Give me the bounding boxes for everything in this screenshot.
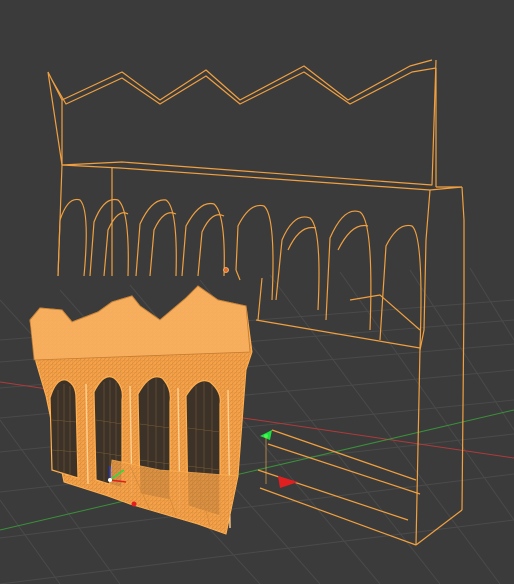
wireframe-arcade-highpoly[interactable] (29, 285, 253, 535)
x-axis-arrow (278, 476, 298, 488)
3d-viewport[interactable] (0, 0, 514, 584)
origin-dot (223, 267, 229, 273)
viewport-canvas[interactable] (0, 0, 514, 584)
